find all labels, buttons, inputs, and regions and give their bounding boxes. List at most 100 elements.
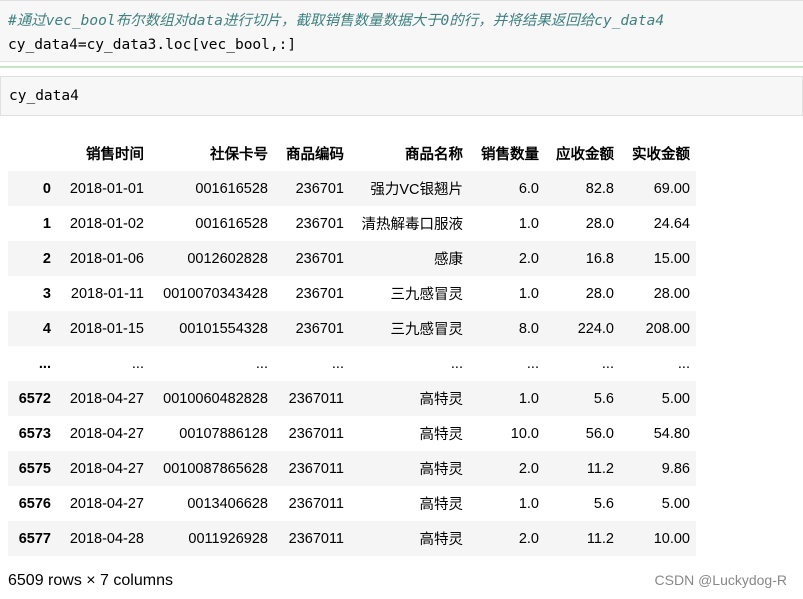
table-cell: ...: [601, 355, 614, 372]
table-cell: 1.0: [518, 495, 539, 512]
row-index: 0: [42, 180, 51, 197]
table-cell: 69.00: [653, 180, 690, 197]
table-cell: 感康: [434, 252, 463, 268]
table-cell: 2018-01-01: [69, 180, 144, 197]
table-cell: 54.80: [653, 425, 690, 442]
row-index: 4: [42, 320, 51, 337]
column-header: 商品编码: [286, 147, 344, 163]
table-cell: 2018-01-15: [69, 320, 144, 337]
cell-divider: [0, 66, 803, 68]
table-cell: 00107886128: [179, 425, 268, 442]
row-index: 6577: [18, 530, 51, 547]
table-cell: ...: [677, 355, 690, 372]
table-cell: 0010060482828: [163, 390, 268, 407]
table-cell: 1.0: [518, 215, 539, 232]
table-cell: 001616528: [195, 215, 268, 232]
table-cell: 236701: [295, 250, 344, 267]
table-cell: 2018-04-27: [69, 460, 144, 477]
table-cell: 1.0: [518, 285, 539, 302]
table-cell: 2.0: [518, 250, 539, 267]
table-cell: 2367011: [288, 460, 344, 477]
table-cell: 2018-04-27: [69, 425, 144, 442]
table-row: 6577 2018-04-28 0011926928 2367011 高特灵 2…: [8, 521, 696, 556]
table-cell: 5.6: [593, 390, 614, 407]
table-row: 6576 2018-04-27 0013406628 2367011 高特灵 1…: [8, 486, 696, 521]
table-cell: 0013406628: [187, 495, 268, 512]
table-cell: 28.00: [653, 285, 690, 302]
table-row: 3 2018-01-11 0010070343428 236701 三九感冒灵 …: [8, 276, 696, 311]
row-index: ...: [38, 355, 51, 372]
table-cell: 高特灵: [419, 532, 464, 548]
table-cell: ...: [450, 355, 463, 372]
column-header: 社保卡号: [210, 147, 268, 163]
column-header: 实收金额: [632, 147, 690, 163]
column-header: 销售数量: [481, 147, 539, 163]
table-cell: 15.00: [653, 250, 690, 267]
table-cell: 清热解毒口服液: [361, 217, 464, 233]
table-cell: 2.0: [518, 530, 539, 547]
row-index: 6576: [18, 495, 51, 512]
table-cell: 236701: [295, 215, 344, 232]
row-index: 6572: [18, 390, 51, 407]
table-cell: 0012602828: [187, 250, 268, 267]
table-cell: 1.0: [518, 390, 539, 407]
table-cell: 28.0: [585, 215, 614, 232]
dataframe-table: 销售时间 社保卡号 商品编码 商品名称 销售数量 应收金额 实收金额 0 201…: [8, 136, 696, 556]
table-cell: 2367011: [288, 390, 344, 407]
table-cell: 2018-01-02: [69, 215, 144, 232]
column-header: 商品名称: [405, 147, 463, 163]
table-row: 0 2018-01-01 001616528 236701 强力VC银翘片 6.…: [8, 171, 696, 206]
code-cell-1[interactable]: #通过vec_bool布尔数组对data进行切片，截取销售数量数据大于0的行，并…: [0, 0, 803, 62]
table-cell: 2367011: [288, 530, 344, 547]
table-cell: ...: [131, 355, 144, 372]
table-header-row: 销售时间 社保卡号 商品编码 商品名称 销售数量 应收金额 实收金额: [8, 136, 696, 171]
table-cell: 82.8: [585, 180, 614, 197]
table-cell: 236701: [295, 285, 344, 302]
table-cell: 236701: [295, 320, 344, 337]
table-cell: 6.0: [518, 180, 539, 197]
table-cell: 208.00: [645, 320, 690, 337]
dataframe-shape: 6509 rows × 7 columns: [8, 572, 173, 589]
table-cell: 10.0: [510, 425, 539, 442]
table-cell: 2367011: [288, 495, 344, 512]
table-cell: 11.2: [586, 530, 614, 547]
table-cell: 224.0: [577, 320, 614, 337]
code-cell-2[interactable]: cy_data4: [0, 76, 803, 116]
table-cell: 高特灵: [419, 497, 464, 513]
table-cell: ...: [526, 355, 539, 372]
table-cell: 8.0: [518, 320, 539, 337]
table-cell: 24.64: [653, 215, 690, 232]
column-header: 销售时间: [86, 147, 144, 163]
table-cell: 高特灵: [419, 462, 464, 478]
table-cell: 5.00: [661, 390, 690, 407]
row-index: 6575: [18, 460, 51, 477]
table-cell: 0011926928: [188, 530, 268, 547]
index-header: [8, 136, 57, 171]
table-cell: ...: [331, 355, 344, 372]
table-row: 2 2018-01-06 0012602828 236701 感康 2.0 16…: [8, 241, 696, 276]
table-row-ellipsis: ... ... ... ... ... ... ... ...: [8, 346, 696, 381]
table-cell: 2018-04-27: [69, 390, 144, 407]
table-cell: 236701: [295, 180, 344, 197]
table-cell: 5.6: [593, 495, 614, 512]
table-cell: 5.00: [661, 495, 690, 512]
table-cell: 2018-01-06: [69, 250, 144, 267]
table-cell: 2018-01-11: [70, 285, 144, 302]
row-index: 6573: [18, 425, 51, 442]
table-cell: 2018-04-27: [69, 495, 144, 512]
table-cell: 三九感冒灵: [390, 322, 464, 338]
table-cell: 2018-04-28: [69, 530, 144, 547]
table-cell: ...: [255, 355, 268, 372]
table-cell: 00101554328: [179, 320, 268, 337]
table-cell: 2367011: [288, 425, 344, 442]
column-header: 应收金额: [556, 147, 614, 163]
code-comment: #通过vec_bool布尔数组对data进行切片，截取销售数量数据大于0的行，并…: [8, 13, 665, 29]
row-index: 2: [42, 250, 51, 267]
table-cell: 2.0: [518, 460, 539, 477]
table-cell: 9.86: [661, 460, 690, 477]
table-cell: 11.2: [586, 460, 614, 477]
table-row: 4 2018-01-15 00101554328 236701 三九感冒灵 8.…: [8, 311, 696, 346]
table-cell: 001616528: [195, 180, 268, 197]
table-cell: 28.0: [585, 285, 614, 302]
table-row: 6572 2018-04-27 0010060482828 2367011 高特…: [8, 381, 696, 416]
